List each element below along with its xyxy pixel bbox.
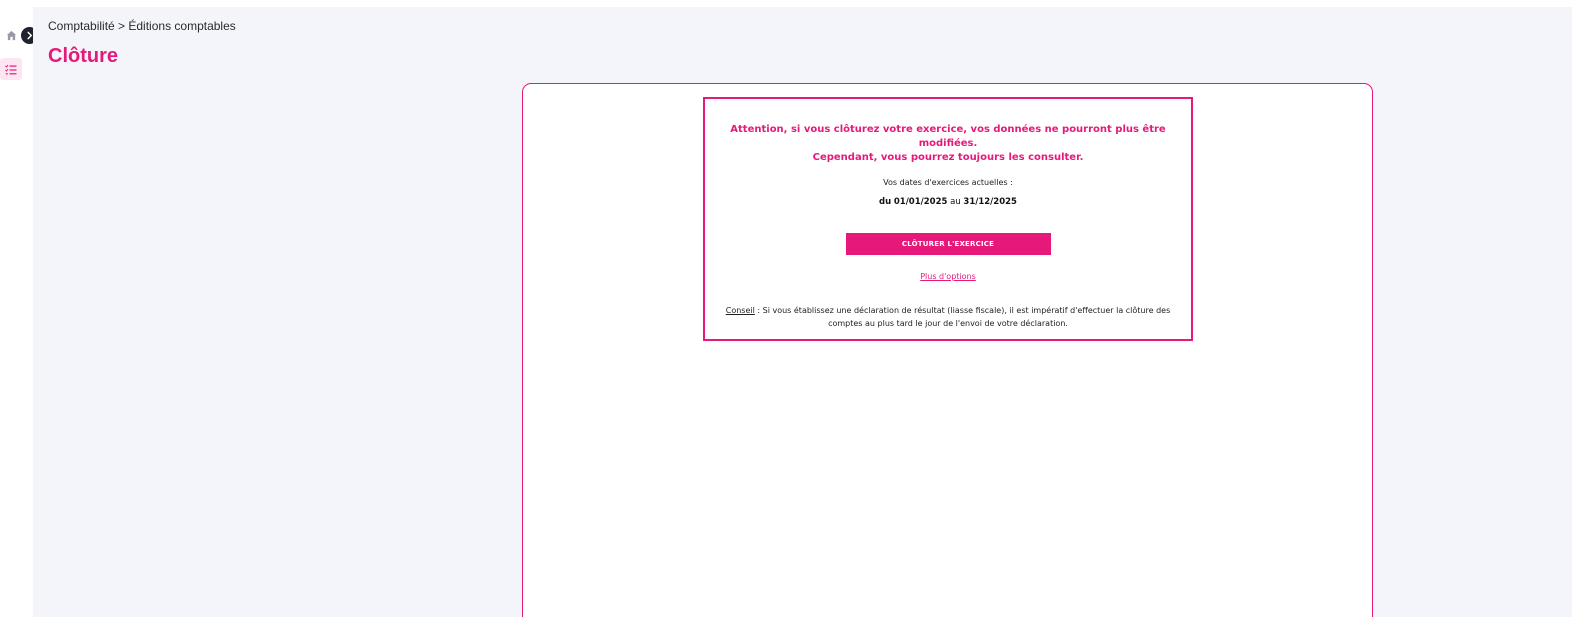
advice-body: : Si vous établissez une déclaration de … bbox=[754, 306, 1171, 328]
breadcrumb: Comptabilité > Éditions comptables bbox=[48, 19, 236, 33]
warning-line-2: Cependant, vous pourrez toujours les con… bbox=[812, 152, 1084, 163]
closure-warning: Attention, si vous clôturez votre exerci… bbox=[705, 123, 1191, 165]
main-content: Comptabilité > Éditions comptables Clôtu… bbox=[33, 7, 1572, 617]
close-fiscal-year-button[interactable]: CLÔTURER L'EXERCICE bbox=[845, 233, 1051, 255]
checklist-icon bbox=[5, 64, 17, 74]
page-title: Clôture bbox=[48, 45, 118, 67]
sidebar-item-checklist[interactable] bbox=[0, 58, 22, 80]
home-icon bbox=[6, 30, 16, 40]
top-bar bbox=[0, 0, 1572, 7]
advice-text: Conseil : Si vous établissez une déclara… bbox=[723, 305, 1173, 330]
date-start: 01/01/2025 bbox=[893, 197, 948, 207]
advice-label: Conseil bbox=[725, 306, 755, 315]
sidebar bbox=[0, 7, 33, 617]
sidebar-item-home[interactable] bbox=[0, 24, 22, 46]
more-options-link[interactable]: Plus d'options bbox=[920, 272, 976, 281]
content-card: Attention, si vous clôturez votre exerci… bbox=[522, 83, 1373, 617]
dates-to-prefix: au bbox=[950, 197, 961, 207]
warning-line-1: Attention, si vous clôturez votre exerci… bbox=[730, 124, 1166, 149]
dates-label: Vos dates d'exercices actuelles : bbox=[883, 178, 1013, 187]
dates-from-prefix: du bbox=[879, 197, 892, 207]
date-end: 31/12/2025 bbox=[963, 197, 1017, 207]
closure-notice: Attention, si vous clôturez votre exerci… bbox=[703, 97, 1193, 341]
dates-range: du 01/01/2025 au 31/12/2025 bbox=[705, 197, 1191, 207]
